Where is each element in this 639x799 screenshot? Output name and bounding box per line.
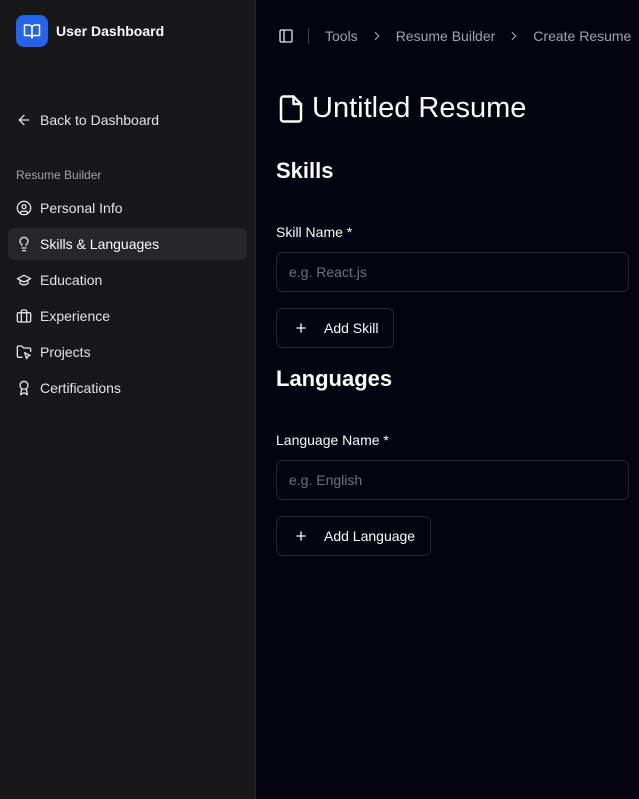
brand[interactable]: User Dashboard — [16, 15, 164, 47]
sidebar-item-label: Certifications — [40, 380, 121, 396]
top-bar: Tools Resume Builder Create Resume — [256, 0, 639, 72]
page-title-text: Untitled Resume — [312, 92, 527, 124]
file-icon — [279, 94, 303, 123]
sidebar-item-label: Education — [40, 272, 103, 288]
sidebar-item-label: Projects — [40, 344, 91, 360]
languages-heading: Languages — [276, 366, 393, 391]
sidebar: User Dashboard Back to Dashboard Resume … — [0, 0, 256, 799]
language-name-input[interactable] — [276, 460, 629, 500]
skill-name-label: Skill Name * — [276, 224, 353, 240]
breadcrumb-create-resume: Create Resume — [533, 28, 632, 44]
main-content: Tools Resume Builder Create Resume Untit… — [256, 0, 639, 799]
lightbulb-icon — [19, 236, 29, 252]
folder-cursor-icon — [16, 345, 32, 360]
arrow-left-icon — [18, 114, 30, 126]
page-title: Untitled Resume — [276, 92, 526, 125]
language-name-label: Language Name * — [276, 432, 389, 448]
sidebar-item-label: Experience — [40, 308, 111, 324]
sidebar-toggle-button[interactable] — [278, 28, 294, 44]
breadcrumb: Tools Resume Builder Create Resume — [325, 28, 631, 44]
sidebar-item-certifications[interactable]: Certifications — [8, 372, 247, 404]
sidebar-item-skills-languages[interactable]: Skills & Languages — [8, 228, 247, 260]
app-root: User Dashboard Back to Dashboard Resume … — [0, 0, 639, 799]
breadcrumb-tools[interactable]: Tools — [325, 28, 358, 44]
graduation-cap-icon — [16, 274, 32, 286]
sidebar-item-label: Personal Info — [40, 200, 123, 216]
brand-title: User Dashboard — [56, 23, 165, 39]
sidebar-item-personal-info[interactable]: Personal Info — [8, 192, 247, 224]
add-skill-button[interactable]: Add Skill — [276, 308, 395, 348]
award-icon — [19, 380, 29, 396]
sidebar-item-label: Skills & Languages — [40, 236, 160, 252]
sidebar-group-label: Resume Builder — [16, 168, 102, 182]
add-language-label: Add Language — [324, 528, 416, 544]
skill-name-input[interactable] — [276, 252, 629, 292]
sidebar-item-experience[interactable]: Experience — [8, 300, 247, 332]
add-skill-label: Add Skill — [324, 320, 379, 336]
breadcrumb-resume-builder[interactable]: Resume Builder — [396, 28, 496, 44]
sidebar-nav: Personal Info Skills & Languages Educati… — [8, 192, 247, 408]
panel-left-icon — [279, 29, 293, 43]
briefcase-icon — [16, 309, 32, 323]
plus-icon — [296, 531, 306, 541]
sidebar-item-projects[interactable]: Projects — [8, 336, 247, 368]
book-open-icon — [16, 15, 48, 47]
plus-icon — [296, 323, 306, 333]
topbar-divider — [308, 28, 309, 44]
sidebar-item-education[interactable]: Education — [8, 264, 247, 296]
chevron-right-icon — [507, 29, 521, 43]
chevron-right-icon — [370, 29, 384, 43]
user-circle-icon — [16, 200, 32, 216]
back-link-label: Back to Dashboard — [40, 112, 160, 128]
add-language-button[interactable]: Add Language — [276, 516, 432, 556]
back-to-dashboard-link[interactable]: Back to Dashboard — [8, 104, 247, 136]
skills-heading: Skills — [276, 158, 334, 183]
